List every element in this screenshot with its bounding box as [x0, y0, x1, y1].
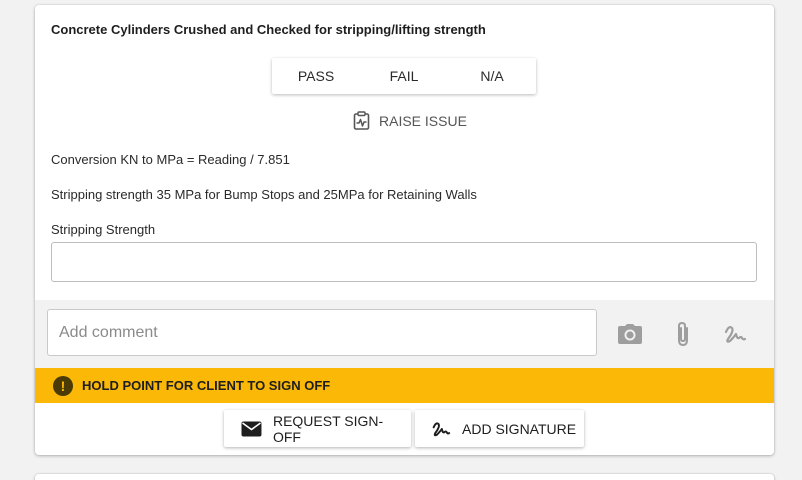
add-signature-label: ADD SIGNATURE — [462, 420, 577, 437]
conversion-note: Conversion KN to MPa = Reading / 7.851 — [51, 152, 290, 167]
pass-fail-na-toggle: PASS FAIL N/A — [272, 58, 536, 94]
envelope-icon — [241, 421, 262, 436]
signature-icon — [432, 421, 451, 436]
field-label: Stripping Strength — [51, 222, 156, 237]
paperclip-icon[interactable] — [669, 320, 697, 348]
add-signature-button[interactable]: ADD SIGNATURE — [415, 410, 584, 447]
stripping-strength-input[interactable] — [51, 242, 757, 282]
pass-option[interactable]: PASS — [272, 58, 360, 94]
raise-issue-label: RAISE ISSUE — [379, 112, 467, 129]
comment-input[interactable] — [47, 309, 597, 356]
camera-icon[interactable] — [616, 320, 644, 348]
question-title: Concrete Cylinders Crushed and Checked f… — [51, 22, 486, 37]
request-signoff-label: REQUEST SIGN-OFF — [272, 412, 384, 445]
stripping-strength-note: Stripping strength 35 MPa for Bump Stops… — [51, 187, 477, 202]
next-checklist-card — [35, 474, 774, 480]
clipboard-pulse-icon — [353, 111, 370, 130]
na-option[interactable]: N/A — [448, 58, 536, 94]
comment-bar — [35, 300, 774, 368]
raise-issue-button[interactable]: RAISE ISSUE — [353, 111, 467, 130]
signature-icon[interactable] — [721, 320, 749, 348]
hold-point-text: HOLD POINT FOR CLIENT TO SIGN OFF — [82, 378, 331, 393]
request-signoff-button[interactable]: REQUEST SIGN-OFF — [224, 410, 411, 447]
fail-option[interactable]: FAIL — [360, 58, 448, 94]
hold-point-banner: ! HOLD POINT FOR CLIENT TO SIGN OFF — [35, 368, 774, 403]
checklist-item-card: Concrete Cylinders Crushed and Checked f… — [35, 5, 774, 455]
exclamation-icon: ! — [53, 375, 73, 396]
